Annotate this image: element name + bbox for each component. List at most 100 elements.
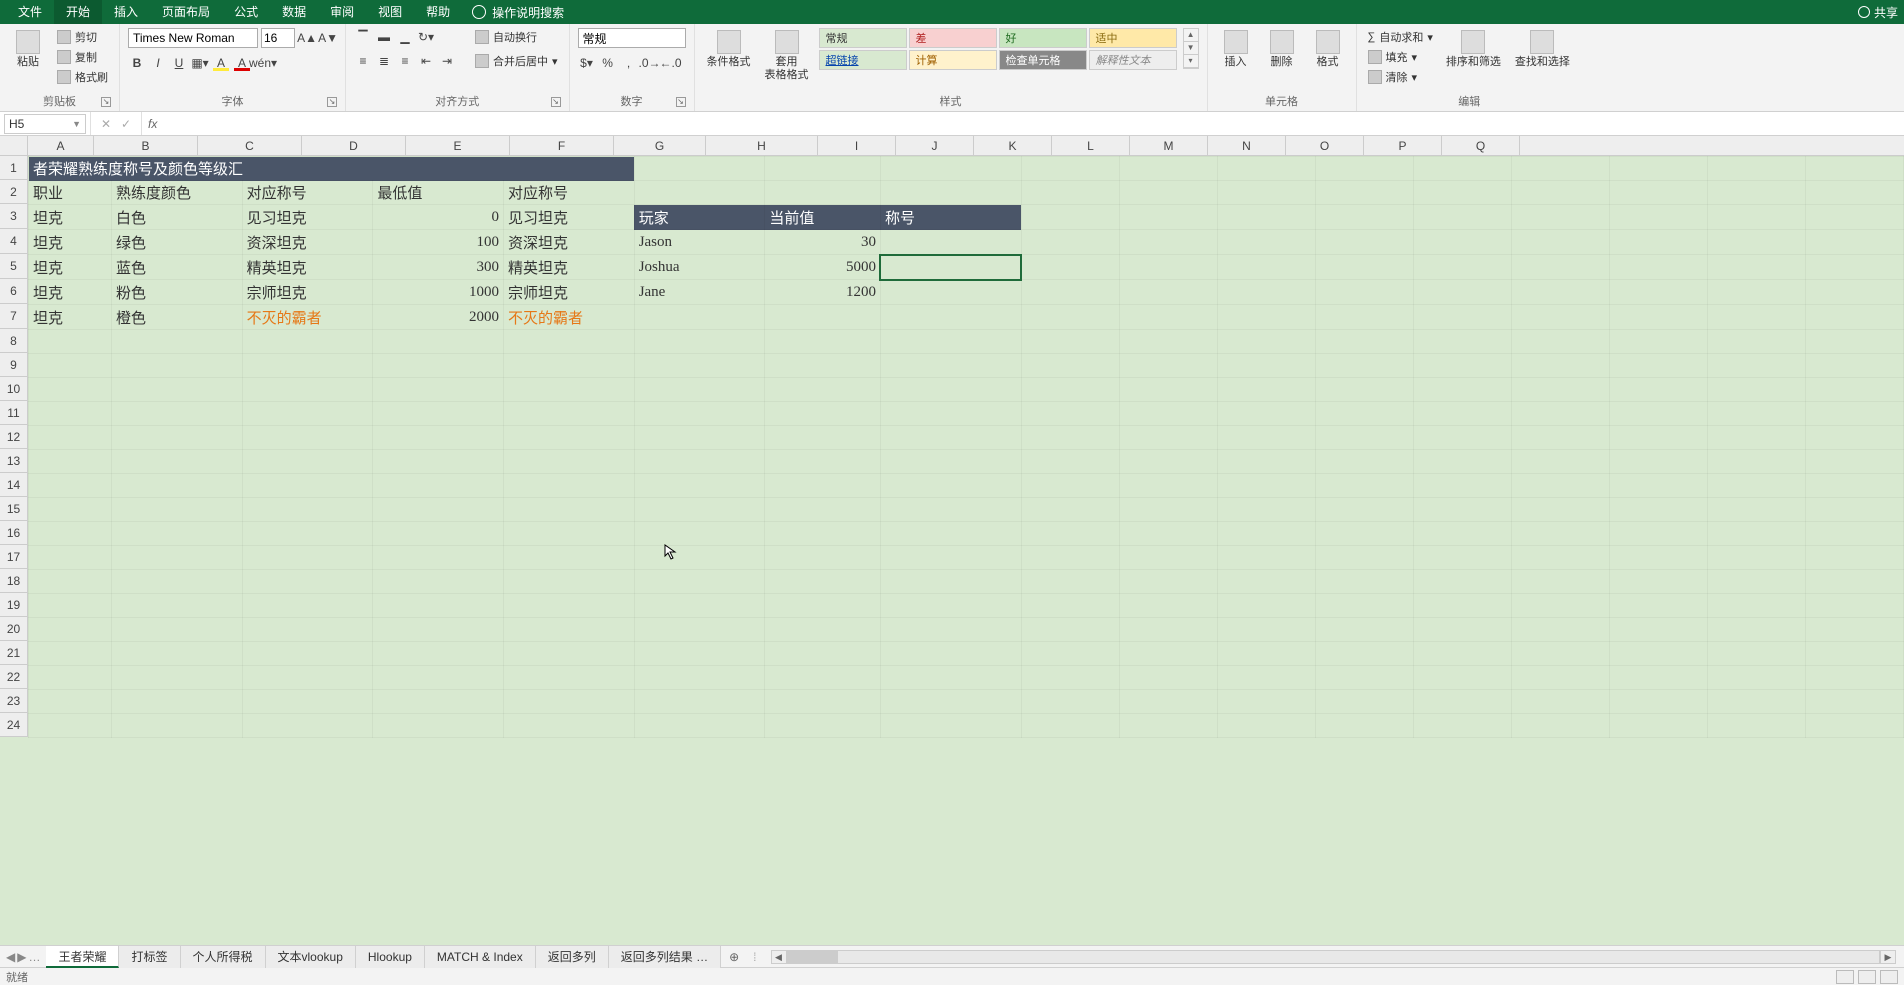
cell[interactable]	[634, 181, 765, 205]
cell[interactable]: 不灭的霸者	[242, 305, 373, 330]
cell[interactable]	[880, 280, 1021, 305]
cell[interactable]	[880, 181, 1021, 205]
cell[interactable]	[1119, 618, 1217, 642]
cell[interactable]	[634, 642, 765, 666]
cell[interactable]	[1511, 330, 1609, 354]
cell[interactable]	[1315, 522, 1413, 546]
cell[interactable]	[1511, 570, 1609, 594]
cell[interactable]	[1707, 255, 1805, 280]
cell[interactable]	[1217, 642, 1315, 666]
cell[interactable]	[1805, 618, 1903, 642]
cell[interactable]	[242, 450, 373, 474]
cell[interactable]	[1021, 426, 1119, 450]
cell[interactable]	[1805, 450, 1903, 474]
cell[interactable]: 精英坦克	[242, 255, 373, 280]
page-break-view-icon[interactable]	[1880, 970, 1898, 984]
cell[interactable]	[111, 426, 242, 450]
cell[interactable]	[1217, 305, 1315, 330]
menu-tab-data[interactable]: 数据	[270, 0, 318, 24]
cell[interactable]	[1315, 330, 1413, 354]
cell[interactable]	[504, 426, 635, 450]
cell[interactable]	[1609, 594, 1707, 618]
cell[interactable]	[634, 522, 765, 546]
paste-button[interactable]: 粘贴	[8, 28, 48, 71]
cell[interactable]	[1217, 666, 1315, 690]
cell[interactable]	[1707, 690, 1805, 714]
cell[interactable]: 玩家	[634, 205, 765, 230]
cell[interactable]	[29, 378, 112, 402]
cell[interactable]	[1315, 255, 1413, 280]
cell[interactable]	[504, 618, 635, 642]
cell[interactable]: 宗师坦克	[242, 280, 373, 305]
cell[interactable]	[1609, 255, 1707, 280]
decrease-indent-icon[interactable]: ⇤	[417, 52, 435, 70]
cell[interactable]	[1217, 280, 1315, 305]
cell[interactable]	[111, 570, 242, 594]
cell[interactable]	[242, 570, 373, 594]
menu-tab-home[interactable]: 开始	[54, 0, 102, 24]
row-header[interactable]: 20	[0, 617, 27, 641]
cell[interactable]	[1609, 666, 1707, 690]
cell[interactable]	[1511, 594, 1609, 618]
cell[interactable]	[373, 474, 504, 498]
cell[interactable]	[373, 522, 504, 546]
bold-button[interactable]: B	[128, 54, 146, 72]
cell[interactable]	[242, 594, 373, 618]
cell[interactable]	[1315, 205, 1413, 230]
cell[interactable]	[1315, 594, 1413, 618]
cell[interactable]	[1217, 378, 1315, 402]
cell[interactable]	[242, 714, 373, 738]
cell[interactable]	[1609, 354, 1707, 378]
sheet-nav-more-icon[interactable]: …	[28, 950, 40, 964]
sheet-tab[interactable]: 返回多列结果 …	[609, 946, 721, 968]
column-header[interactable]: I	[818, 136, 896, 155]
cell[interactable]	[1707, 618, 1805, 642]
cell[interactable]: 职业	[29, 181, 112, 205]
cell[interactable]	[880, 230, 1021, 255]
format-as-table-button[interactable]: 套用 表格格式	[761, 28, 813, 84]
cell[interactable]: 2000	[373, 305, 504, 330]
cell[interactable]	[1707, 330, 1805, 354]
cell[interactable]: 对应称号	[242, 181, 373, 205]
cell[interactable]	[1707, 205, 1805, 230]
cell[interactable]	[634, 305, 765, 330]
cell[interactable]	[111, 402, 242, 426]
cell[interactable]	[765, 618, 881, 642]
cell[interactable]	[765, 378, 881, 402]
cell[interactable]	[765, 181, 881, 205]
column-header[interactable]: A	[28, 136, 94, 155]
cell[interactable]	[1805, 181, 1903, 205]
cell[interactable]	[1609, 378, 1707, 402]
decrease-decimal-icon[interactable]: ←.0	[662, 54, 680, 72]
page-layout-view-icon[interactable]	[1858, 970, 1876, 984]
cell[interactable]: 绿色	[111, 230, 242, 255]
cell[interactable]	[1217, 714, 1315, 738]
cell[interactable]	[1511, 378, 1609, 402]
cell[interactable]	[1511, 354, 1609, 378]
cell[interactable]	[1609, 618, 1707, 642]
cell[interactable]	[29, 714, 112, 738]
comma-format-icon[interactable]: ,	[620, 54, 638, 72]
cell[interactable]	[242, 690, 373, 714]
row-header[interactable]: 10	[0, 377, 27, 401]
row-header[interactable]: 7	[0, 304, 27, 329]
cell[interactable]	[242, 402, 373, 426]
delete-cells-button[interactable]: 删除	[1262, 28, 1302, 71]
cell[interactable]	[1511, 255, 1609, 280]
cell[interactable]	[504, 546, 635, 570]
cell[interactable]	[1707, 594, 1805, 618]
cell[interactable]	[1413, 450, 1511, 474]
row-header[interactable]: 23	[0, 689, 27, 713]
cell[interactable]	[1315, 181, 1413, 205]
cell[interactable]	[111, 714, 242, 738]
cell[interactable]	[1609, 330, 1707, 354]
cell[interactable]	[880, 255, 1021, 280]
cell[interactable]	[1021, 570, 1119, 594]
cell[interactable]	[765, 714, 881, 738]
cell[interactable]: 300	[373, 255, 504, 280]
cell[interactable]	[1119, 330, 1217, 354]
cell[interactable]	[1609, 474, 1707, 498]
cell[interactable]	[1511, 181, 1609, 205]
cell[interactable]	[29, 474, 112, 498]
add-sheet-button[interactable]: ⊕	[721, 950, 747, 964]
